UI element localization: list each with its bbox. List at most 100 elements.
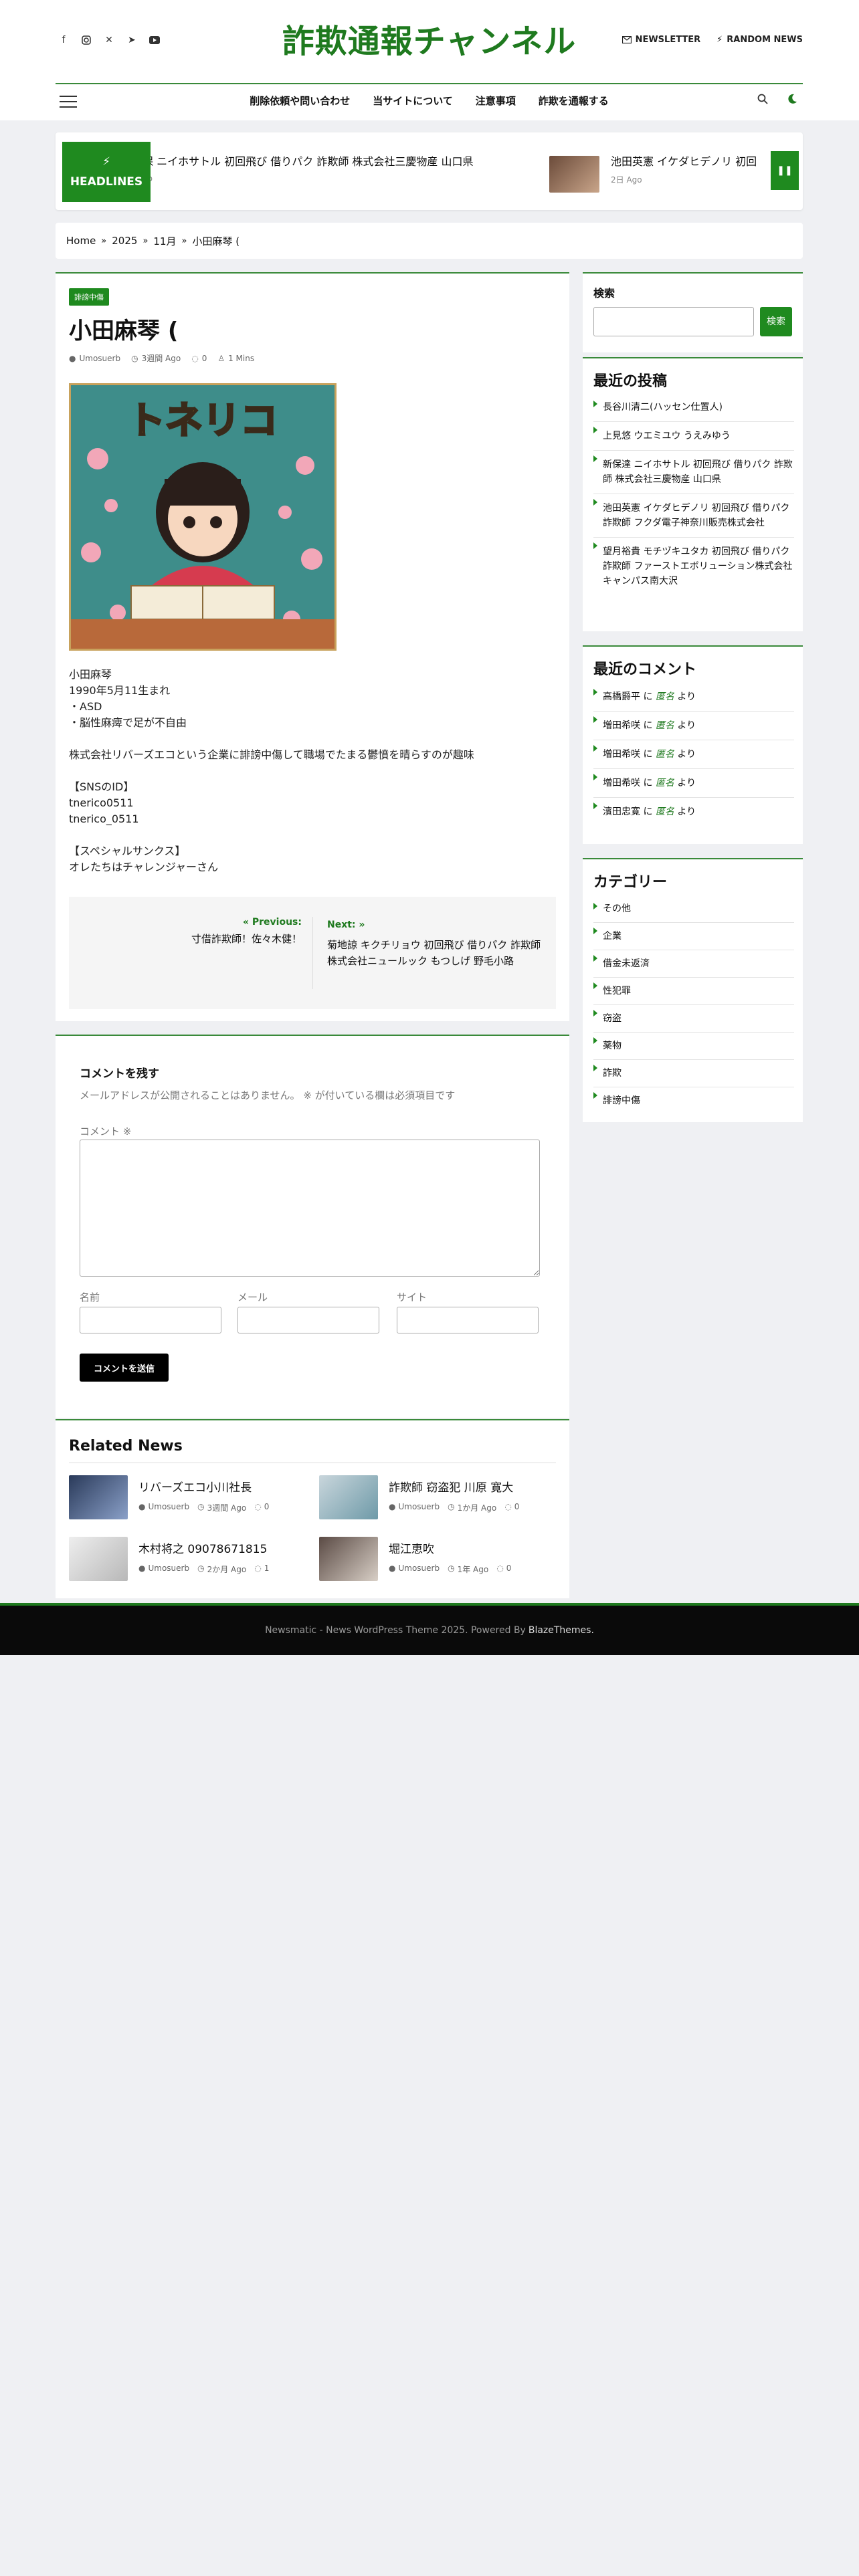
bolt-icon: ⚡ <box>717 35 723 45</box>
footer-brand-link[interactable]: BlazeThemes. <box>529 1625 594 1636</box>
related-item[interactable]: 詐欺師 窃盗犯 川原 寛大 ● Umosuerb ◷ 1か月 Ago ◌ 0 <box>319 1475 560 1522</box>
recent-posts-widget: 最近の投稿 長谷川清二(ハッセン仕置人) 上見悠 ウエミユウ うえみゆう 新保達… <box>583 357 803 631</box>
category-badge[interactable]: 誹謗中傷 <box>69 288 109 306</box>
comment-end: より <box>674 807 696 817</box>
website-field[interactable] <box>397 1307 539 1333</box>
double-chevron-right-icon: » <box>355 920 365 930</box>
post-date[interactable]: ◷ 3週間 Ago <box>131 352 181 364</box>
recent-comment-item: 増田希咲 に 匿名 より <box>593 769 794 798</box>
clock-icon: ◷ <box>197 1564 205 1573</box>
newsletter-link[interactable]: NEWSLETTER <box>622 35 700 45</box>
reader-icon: ♙ <box>217 353 225 363</box>
category-item[interactable]: 企業 <box>593 923 794 950</box>
dark-mode-moon-icon[interactable] <box>787 94 797 108</box>
random-news-link[interactable]: ⚡ RANDOM NEWS <box>717 35 803 45</box>
related-item-meta: ● Umosuerb ◷ 1年 Ago ◌ 0 <box>389 1564 511 1575</box>
ticker-track: 保 ニイホサトル 初回飛び 借りパク 詐欺師 株式会社三慶物産 山口県 go 池… <box>142 152 769 190</box>
category-item[interactable]: その他 <box>593 898 794 923</box>
related-thumbnail[interactable] <box>69 1537 128 1581</box>
nav-item-notes[interactable]: 注意事項 <box>476 94 516 108</box>
ticker-item-title: 保 ニイホサトル 初回飛び 借りパク 詐欺師 株式会社三慶物産 山口県 <box>142 155 474 168</box>
recent-post-item[interactable]: 上見悠 ウエミユウ うえみゆう <box>593 422 794 451</box>
comment-author[interactable]: 増田希咲 <box>603 720 640 731</box>
post-body: 小田麻琴 1990年5月11生まれ ・ASD ・脳性麻痺で足が不自由 株式会社リ… <box>69 667 551 891</box>
comment-post-link[interactable]: 匿名 <box>656 720 674 731</box>
clock-icon: ◷ <box>448 1502 455 1511</box>
related-thumbnail[interactable] <box>319 1475 378 1519</box>
comment-count: 0 <box>201 353 207 363</box>
search-button[interactable]: 検索 <box>760 307 792 336</box>
category-item[interactable]: 薬物 <box>593 1033 794 1060</box>
related-item-title[interactable]: 木村将之 09078671815 <box>138 1539 267 1556</box>
post-author[interactable]: ● Umosuerb <box>69 352 120 364</box>
comment-post-link[interactable]: 匿名 <box>656 691 674 702</box>
related-thumbnail[interactable] <box>319 1537 378 1581</box>
post-comments[interactable]: ◌ 0 <box>191 352 207 364</box>
breadcrumb-month[interactable]: 11月 <box>153 234 176 248</box>
related-author[interactable]: Umosuerb <box>148 1564 189 1575</box>
comment-post-link[interactable]: 匿名 <box>656 778 674 788</box>
breadcrumb-year[interactable]: 2025 <box>112 235 137 247</box>
header-links: NEWSLETTER ⚡ RANDOM NEWS <box>622 35 803 45</box>
submit-comment-button[interactable]: コメントを送信 <box>80 1354 169 1382</box>
breadcrumb: Home » 2025 » 11月 » 小田麻琴 ( <box>56 223 803 259</box>
nav-item-about[interactable]: 当サイトについて <box>373 94 453 108</box>
related-author[interactable]: Umosuerb <box>398 1564 440 1575</box>
comment-author[interactable]: 高橋爵平 <box>603 691 640 702</box>
recent-post-item[interactable]: 池田英憲 イケダヒデノリ 初回飛び 借りパク 詐欺師 フクダ電子神奈川販売株式会… <box>593 494 794 538</box>
related-item[interactable]: 木村将之 09078671815 ● Umosuerb ◷ 2か月 Ago ◌ 1 <box>69 1537 310 1584</box>
related-item-title[interactable]: リバーズエコ小川社長 <box>138 1478 252 1495</box>
body-line: ・脳性麻痺で足が不自由 <box>69 716 187 729</box>
comment-author[interactable]: 濱田忠寛 <box>603 807 640 817</box>
recent-post-item[interactable]: 長谷川清二(ハッセン仕置人) <box>593 396 794 422</box>
ticker-pause-button[interactable]: ❚❚ <box>771 151 799 190</box>
next-post-link[interactable]: Next: » 菊地諒 キクチリョウ 初回飛び 借りパク 詐欺師 株式会社ニュー… <box>327 917 548 969</box>
breadcrumb-current: 小田麻琴 ( <box>192 235 240 247</box>
email-label: メール <box>237 1291 268 1303</box>
previous-post-link[interactable]: « Previous: 寸借詐欺師！佐々木健！ <box>69 917 302 946</box>
comment-post-link[interactable]: 匿名 <box>656 807 674 817</box>
name-field[interactable] <box>80 1307 221 1333</box>
comment-author[interactable]: 増田希咲 <box>603 749 640 760</box>
search-input[interactable] <box>593 307 754 336</box>
related-item-title[interactable]: 詐欺師 窃盗犯 川原 寛大 <box>389 1478 513 1495</box>
nav-icons <box>757 94 797 108</box>
random-news-label: RANDOM NEWS <box>727 35 803 45</box>
recent-post-item[interactable]: 新保達 ニイホサトル 初回飛び 借りパク 詐欺師 株式会社三慶物産 山口県 <box>593 451 794 494</box>
recent-comments-list: 高橋爵平 に 匿名 より 増田希咲 に 匿名 より 増田希咲 に 匿名 より 増… <box>593 684 794 826</box>
footer-text: Newsmatic - News WordPress Theme 2025. P… <box>265 1625 526 1636</box>
related-item[interactable]: 堀江恵吹 ● Umosuerb ◷ 1年 Ago ◌ 0 <box>319 1537 560 1584</box>
email-field[interactable] <box>237 1307 379 1333</box>
comment-sep: に <box>640 778 656 788</box>
breadcrumb-home[interactable]: Home <box>66 235 96 247</box>
body-line: 1990年5月11生まれ <box>69 684 171 697</box>
related-item[interactable]: リバーズエコ小川社長 ● Umosuerb ◷ 3週間 Ago ◌ 0 <box>69 1475 310 1522</box>
body-line: 【SNSのID】 <box>69 780 134 793</box>
comment-sep: に <box>640 720 656 731</box>
category-item[interactable]: 誹謗中傷 <box>593 1087 794 1114</box>
comment-sep: に <box>640 749 656 760</box>
related-author[interactable]: Umosuerb <box>148 1502 189 1513</box>
ticker-item[interactable]: 保 ニイホサトル 初回飛び 借りパク 詐欺師 株式会社三慶物産 山口県 go <box>142 152 474 183</box>
recent-post-item[interactable]: 望月裕貴 モチヅキユタカ 初回飛び 借りパク 詐欺師 ファーストエボリューション… <box>593 538 794 595</box>
previous-label: Previous: <box>252 917 302 928</box>
category-item[interactable]: 窃盗 <box>593 1005 794 1033</box>
category-item[interactable]: 詐欺 <box>593 1060 794 1087</box>
headlines-ticker: 保 ニイホサトル 初回飛び 借りパク 詐欺師 株式会社三慶物産 山口県 go 池… <box>56 132 803 210</box>
category-item[interactable]: 借金未返済 <box>593 950 794 978</box>
comment-post-link[interactable]: 匿名 <box>656 749 674 760</box>
previous-label-row: « Previous: <box>69 917 302 928</box>
nav-item-report[interactable]: 詐欺を通報する <box>539 94 609 108</box>
related-thumbnail[interactable] <box>69 1475 128 1519</box>
nav-item-contact[interactable]: 削除依頼や問い合わせ <box>250 94 350 108</box>
category-item[interactable]: 性犯罪 <box>593 978 794 1005</box>
search-icon[interactable] <box>757 94 768 108</box>
related-item-title[interactable]: 堀江恵吹 <box>389 1539 434 1556</box>
comment-textarea[interactable] <box>80 1140 540 1277</box>
recent-comments-widget: 最近のコメント 高橋爵平 に 匿名 より 増田希咲 に 匿名 より 増田希咲 に… <box>583 645 803 844</box>
comment-author[interactable]: 増田希咲 <box>603 778 640 788</box>
next-title: 菊地諒 キクチリョウ 初回飛び 借りパク 詐欺師 株式会社ニュールック もつしげ… <box>327 939 541 967</box>
ticker-thumbnail[interactable] <box>549 156 599 193</box>
related-author[interactable]: Umosuerb <box>398 1502 440 1513</box>
ticker-item[interactable]: 池田英憲 イケダヒデノリ 初回 2日 Ago <box>611 152 757 185</box>
